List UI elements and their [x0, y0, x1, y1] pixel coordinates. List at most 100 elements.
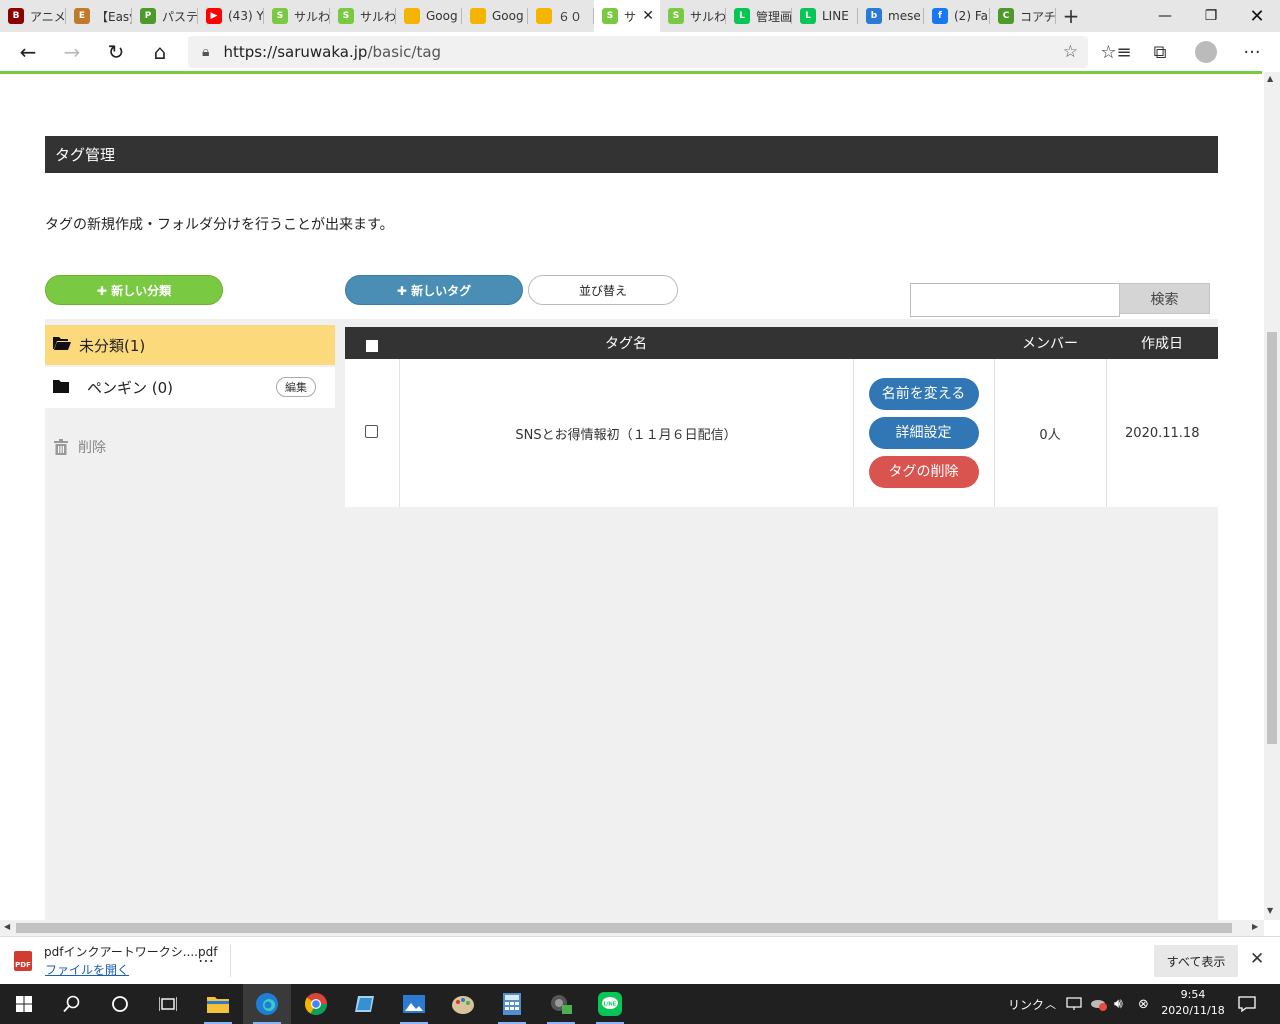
- select-all-column: [345, 327, 399, 359]
- tab-favicon-icon: C: [998, 8, 1014, 24]
- cortana-icon[interactable]: [96, 984, 144, 1024]
- browser-tab[interactable]: ６０: [528, 0, 594, 32]
- close-window-button[interactable]: ✕: [1234, 0, 1280, 32]
- browser-tab[interactable]: S サルわ: [264, 0, 330, 32]
- vertical-scroll-thumb[interactable]: [1267, 332, 1277, 744]
- browser-tab[interactable]: E 【Easy: [66, 0, 132, 32]
- new-category-button[interactable]: ✚ 新しい分類: [45, 275, 223, 305]
- onedrive-error-icon[interactable]: [1090, 984, 1108, 1024]
- task-view-icon[interactable]: [144, 984, 192, 1024]
- tag-table: タグ名 メンバー 作成日 SNSとお得情報初（１１月６日配信） 名前を変える 詳…: [345, 327, 1218, 507]
- tab-title: Goog: [492, 9, 524, 23]
- divider: [230, 945, 231, 977]
- browser-tab[interactable]: C コアチ: [990, 0, 1056, 32]
- url-path: /basic/tag: [367, 43, 442, 61]
- new-tab-button[interactable]: +: [1056, 0, 1086, 32]
- row-select-cell: [345, 359, 399, 507]
- category-uncategorized[interactable]: 未分類(1): [45, 325, 335, 365]
- calculator-icon[interactable]: [488, 984, 536, 1024]
- edit-category-button[interactable]: 編集: [276, 377, 316, 397]
- network-icon[interactable]: [1066, 984, 1082, 1024]
- browser-tab-active[interactable]: S サ ✕: [594, 0, 660, 32]
- notes-app-icon[interactable]: [341, 984, 389, 1024]
- back-button[interactable]: ←: [6, 32, 50, 72]
- clock-date: 2020/11/18: [1161, 1004, 1225, 1017]
- browser-tab[interactable]: Goog: [462, 0, 528, 32]
- tab-title: 【Easy: [96, 9, 132, 24]
- windows-taskbar: LINE リンク ︿ 🔊︎ ⊗ 9:54 2020/11/18: [0, 984, 1280, 1024]
- browser-tab[interactable]: B アニメ: [0, 0, 66, 32]
- line-app-icon[interactable]: LINE: [586, 984, 634, 1024]
- page-viewport: タグ管理 タグの新規作成・フォルダ分けを行うことが出来ます。 ✚ 新しい分類 ✚…: [0, 74, 1264, 920]
- favorite-star-icon[interactable]: ☆: [1063, 42, 1078, 62]
- snipping-tool-icon[interactable]: [537, 984, 585, 1024]
- tab-favicon-icon: [470, 8, 486, 24]
- paint-app-icon[interactable]: [439, 984, 487, 1024]
- notification-badge-icon[interactable]: ⊗: [1138, 984, 1149, 1024]
- address-bar-row: ← → ↻ ⌂ 🔒︎ https://saruwaka.jp/basic/tag…: [0, 32, 1280, 72]
- search-button[interactable]: 検索: [1119, 283, 1210, 314]
- refresh-button[interactable]: ↻: [94, 32, 138, 72]
- scroll-down-arrow-icon[interactable]: ▼: [1267, 906, 1273, 915]
- start-button[interactable]: [0, 984, 48, 1024]
- favorites-icon[interactable]: ☆≡: [1094, 32, 1138, 72]
- maximize-button[interactable]: ❐: [1188, 0, 1234, 32]
- search-icon[interactable]: [48, 984, 96, 1024]
- browser-tab[interactable]: f (2) Fa: [924, 0, 990, 32]
- table-row: SNSとお得情報初（１１月６日配信） 名前を変える 詳細設定 タグの削除 0人 …: [345, 359, 1218, 507]
- tab-title: パステ: [162, 9, 198, 24]
- horizontal-scroll-thumb[interactable]: [16, 923, 1232, 933]
- category-penguin[interactable]: ペンギン (0) 編集: [45, 367, 335, 408]
- tab-favicon-icon: P: [140, 8, 156, 24]
- browser-tab[interactable]: S サルわ: [330, 0, 396, 32]
- row-checkbox[interactable]: [365, 424, 379, 438]
- search-input[interactable]: [910, 283, 1120, 317]
- show-all-downloads-button[interactable]: すべて表示: [1154, 945, 1238, 977]
- tray-expand-chevron-icon[interactable]: ︿: [1045, 984, 1056, 1024]
- volume-icon[interactable]: 🔊︎: [1114, 984, 1123, 1024]
- collections-icon[interactable]: ⧉: [1138, 32, 1182, 72]
- sort-button[interactable]: 並び替え: [528, 275, 678, 305]
- browser-tab[interactable]: ▶ (43) Y: [198, 0, 264, 32]
- photos-app-icon[interactable]: [390, 984, 438, 1024]
- tab-strip: B アニメ E 【Easy P パステ ▶ (43) Y S サルわ S サルわ Goog Goog ６０ S…: [0, 0, 1280, 32]
- chrome-icon[interactable]: [292, 984, 340, 1024]
- browser-tab[interactable]: Goog: [396, 0, 462, 32]
- edge-browser-icon[interactable]: [243, 984, 291, 1024]
- close-tab-icon[interactable]: ✕: [642, 8, 654, 24]
- close-download-bar-icon[interactable]: ✕: [1250, 949, 1264, 969]
- open-file-link[interactable]: ファイルを開く: [45, 961, 129, 978]
- scroll-left-arrow-icon[interactable]: ◀: [4, 922, 10, 931]
- select-all-checkbox[interactable]: [366, 340, 378, 352]
- taskbar-clock[interactable]: 9:54 2020/11/18: [1158, 987, 1228, 1019]
- url-field[interactable]: 🔒︎ https://saruwaka.jp/basic/tag ☆: [188, 36, 1088, 68]
- column-header-actions: [853, 327, 994, 359]
- home-button[interactable]: ⌂: [138, 32, 182, 72]
- new-tag-button[interactable]: ✚ 新しいタグ: [345, 275, 523, 305]
- table-header-row: タグ名 メンバー 作成日: [345, 327, 1218, 359]
- vertical-scrollbar[interactable]: ▲ ▼: [1264, 72, 1280, 920]
- minimize-button[interactable]: —: [1142, 0, 1188, 32]
- browser-tab[interactable]: S サルわ: [660, 0, 726, 32]
- scroll-right-arrow-icon[interactable]: ▶: [1252, 922, 1258, 931]
- trash-icon: [54, 439, 68, 455]
- scroll-up-arrow-icon[interactable]: ▲: [1267, 74, 1273, 83]
- download-more-button[interactable]: …: [198, 947, 215, 966]
- profile-avatar[interactable]: [1184, 32, 1228, 72]
- file-explorer-icon[interactable]: [194, 984, 242, 1024]
- tray-link-label[interactable]: リンク: [1008, 984, 1044, 1024]
- tab-favicon-icon: S: [338, 8, 354, 24]
- forward-button[interactable]: →: [50, 32, 94, 72]
- details-button[interactable]: 詳細設定: [868, 417, 979, 449]
- browser-tab[interactable]: P パステ: [132, 0, 198, 32]
- settings-more-icon[interactable]: ···: [1230, 32, 1274, 72]
- tab-favicon-icon: E: [74, 8, 90, 24]
- delete-category-button[interactable]: 削除: [54, 437, 106, 457]
- rename-button[interactable]: 名前を変える: [868, 378, 979, 410]
- action-center-icon[interactable]: [1238, 984, 1256, 1024]
- browser-tab[interactable]: L LINE: [792, 0, 858, 32]
- delete-tag-button[interactable]: タグの削除: [868, 456, 979, 488]
- horizontal-scrollbar[interactable]: ◀ ▶: [0, 920, 1264, 936]
- browser-tab[interactable]: L 管理画: [726, 0, 792, 32]
- browser-tab[interactable]: b mese: [858, 0, 924, 32]
